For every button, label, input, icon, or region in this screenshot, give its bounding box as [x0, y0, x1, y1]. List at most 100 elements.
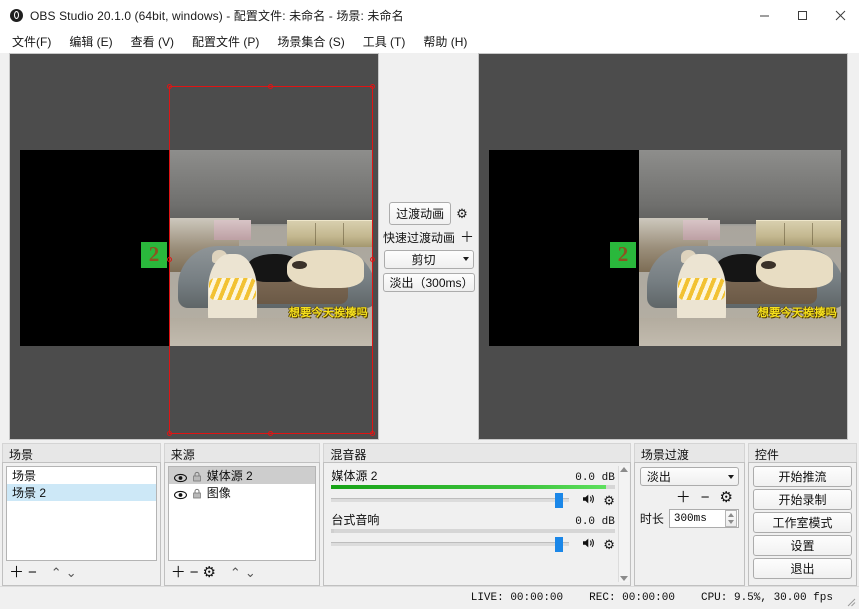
- sources-dock: 来源 媒体源 2 图像 ＋ − ⚙ ⌃ ⌄: [163, 443, 321, 586]
- transition-button[interactable]: 过渡动画: [389, 201, 452, 225]
- add-source-button[interactable]: ＋: [171, 565, 186, 580]
- resize-handle-top-left[interactable]: [167, 84, 172, 89]
- mixer-volume-slider[interactable]: ⚙: [331, 536, 615, 552]
- cut-transition-value: 剪切: [411, 252, 436, 267]
- resize-handle-bottom-right[interactable]: [370, 431, 375, 436]
- scene-item-label: 场景: [12, 468, 37, 483]
- title-bar-left: OBS Studio 20.1.0 (64bit, windows) - 配置文…: [0, 7, 404, 24]
- maximize-button[interactable]: [783, 0, 821, 30]
- source-list-item[interactable]: 图像: [169, 484, 316, 501]
- quick-transition-add-icon[interactable]: ＋: [460, 230, 474, 244]
- mixer-slider-knob[interactable]: [554, 536, 563, 552]
- scene-list-item-selected[interactable]: 场景 2: [7, 484, 156, 501]
- studio-mode-button[interactable]: 工作室模式: [752, 512, 853, 533]
- mixer-settings-gear-icon[interactable]: ⚙: [603, 538, 615, 551]
- mixer-slider-knob[interactable]: [554, 492, 563, 508]
- mixer-slider-track: [331, 542, 569, 546]
- status-live: LIVE: 00:00:00: [470, 592, 564, 604]
- add-transition-button[interactable]: ＋: [676, 490, 691, 505]
- remove-transition-button[interactable]: −: [701, 490, 710, 505]
- scroll-up-icon[interactable]: [619, 467, 628, 472]
- settings-button[interactable]: 设置: [752, 535, 853, 556]
- mixer-track-name: 媒体源 2: [331, 469, 378, 483]
- source-list-item-selected[interactable]: 媒体源 2: [168, 467, 316, 484]
- fade-transition-combo[interactable]: 淡出（300ms）: [382, 272, 486, 292]
- window-controls: [745, 0, 859, 30]
- mixer-settings-gear-icon[interactable]: ⚙: [603, 494, 615, 507]
- spinner-down-icon[interactable]: [727, 520, 734, 525]
- speaker-icon[interactable]: [582, 537, 596, 551]
- resize-handle-top-right[interactable]: [370, 84, 375, 89]
- preview-canvas[interactable]: 2 想要今天挨揍吗: [9, 53, 379, 440]
- video-shelf: [756, 220, 841, 247]
- resize-handle-top-center[interactable]: [268, 84, 273, 89]
- video-floor: [170, 318, 372, 346]
- transition-controls: 过渡动画 ⚙ 快速过渡动画 ＋ 剪切 淡出（300ms）: [379, 201, 486, 292]
- scroll-down-icon[interactable]: [619, 576, 628, 581]
- start-streaming-button[interactable]: 开始推流: [752, 466, 853, 487]
- resize-grip-icon[interactable]: [845, 596, 856, 607]
- mixer-level-fill: [331, 485, 607, 489]
- move-source-up-button[interactable]: ⌃: [230, 565, 241, 580]
- mixer-track-db: 0.0 dB: [575, 516, 615, 528]
- scene-list-item[interactable]: 场景: [7, 467, 156, 484]
- resize-handle-bottom-center[interactable]: [268, 431, 273, 436]
- lock-icon[interactable]: [192, 470, 202, 482]
- resize-handle-bottom-left[interactable]: [167, 431, 172, 436]
- minimize-button[interactable]: [745, 0, 783, 30]
- quick-transition-row: 快速过渡动画 ＋: [383, 229, 474, 246]
- speaker-icon[interactable]: [582, 493, 596, 507]
- mixer-track: 台式音响 0.0 dB ⚙: [327, 510, 626, 554]
- controls-dock-title: 控件: [747, 443, 858, 462]
- lock-icon[interactable]: [192, 487, 202, 499]
- menu-item-file[interactable]: 文件(F): [10, 32, 53, 51]
- menu-item-edit[interactable]: 编辑 (E): [67, 32, 114, 51]
- spinner-buttons[interactable]: [724, 510, 737, 527]
- transition-gear-icon[interactable]: ⚙: [456, 207, 468, 220]
- menu-item-scene-collection[interactable]: 场景集合 (S): [275, 32, 346, 51]
- remove-scene-button[interactable]: −: [28, 565, 37, 580]
- move-scene-up-button[interactable]: ⌃: [51, 565, 62, 580]
- menu-item-help[interactable]: 帮助 (H): [421, 32, 469, 51]
- close-button[interactable]: [821, 0, 859, 30]
- transition-duration-label: 时长: [639, 512, 664, 526]
- mixer-volume-slider[interactable]: ⚙: [331, 492, 615, 508]
- scene-transitions-dock-title: 场景过渡: [633, 443, 745, 462]
- transition-properties-gear-icon[interactable]: ⚙: [719, 490, 732, 505]
- eye-icon[interactable]: [173, 471, 187, 482]
- program-green-chip-label: 2: [617, 242, 629, 266]
- mixer-track-icons: ⚙: [582, 493, 615, 507]
- sources-dock-title: 来源: [163, 443, 321, 462]
- controls-dock: 控件 开始推流 开始录制 工作室模式 设置 退出: [747, 443, 858, 586]
- program-canvas[interactable]: 2 想要今天挨揍吗: [478, 53, 848, 440]
- transition-duration-value: 300ms: [673, 512, 707, 525]
- transition-button-row: 过渡动画 ⚙: [389, 201, 468, 225]
- menu-item-profile[interactable]: 配置文件 (P): [190, 32, 261, 51]
- scene-transitions-dock: 场景过渡 淡出 ＋ − ⚙ 时长 300ms: [633, 443, 745, 586]
- move-source-down-button[interactable]: ⌄: [245, 565, 256, 580]
- move-scene-down-button[interactable]: ⌄: [66, 565, 77, 580]
- scene-transition-combo[interactable]: 淡出: [639, 467, 739, 486]
- exit-button[interactable]: 退出: [752, 558, 853, 579]
- mixer-slider-track: [331, 498, 569, 502]
- mixer-scrollbar[interactable]: [617, 466, 629, 582]
- sources-list[interactable]: 媒体源 2 图像: [167, 466, 317, 561]
- cut-transition-combo[interactable]: 剪切: [383, 249, 474, 269]
- scenes-list[interactable]: 场景 场景 2: [6, 466, 157, 561]
- preview-row: 2 想要今天挨揍吗 过渡动画 ⚙ 快速过渡动画 ＋ 剪切 淡出（300ms） 2…: [0, 53, 859, 443]
- controls-dock-body: 开始推流 开始录制 工作室模式 设置 退出: [747, 462, 858, 586]
- transition-duration-spinner[interactable]: 300ms: [668, 509, 739, 528]
- menu-item-view[interactable]: 查看 (V): [129, 32, 176, 51]
- video-right-dog: [287, 250, 364, 288]
- program-scene-content: 2 想要今天挨揍吗: [479, 54, 847, 439]
- add-scene-button[interactable]: ＋: [9, 565, 24, 580]
- quick-transition-label: 快速过渡动画: [382, 230, 455, 245]
- status-bar: LIVE: 00:00:00 REC: 00:00:00 CPU: 9.5%, …: [0, 586, 859, 609]
- source-properties-gear-icon[interactable]: ⚙: [202, 565, 215, 580]
- scene-transitions-dock-body: 淡出 ＋ − ⚙ 时长 300ms: [633, 462, 745, 586]
- spinner-up-icon[interactable]: [727, 512, 734, 517]
- start-recording-button[interactable]: 开始录制: [752, 489, 853, 510]
- eye-icon[interactable]: [173, 488, 187, 499]
- menu-item-tools[interactable]: 工具 (T): [361, 32, 408, 51]
- remove-source-button[interactable]: −: [190, 565, 199, 580]
